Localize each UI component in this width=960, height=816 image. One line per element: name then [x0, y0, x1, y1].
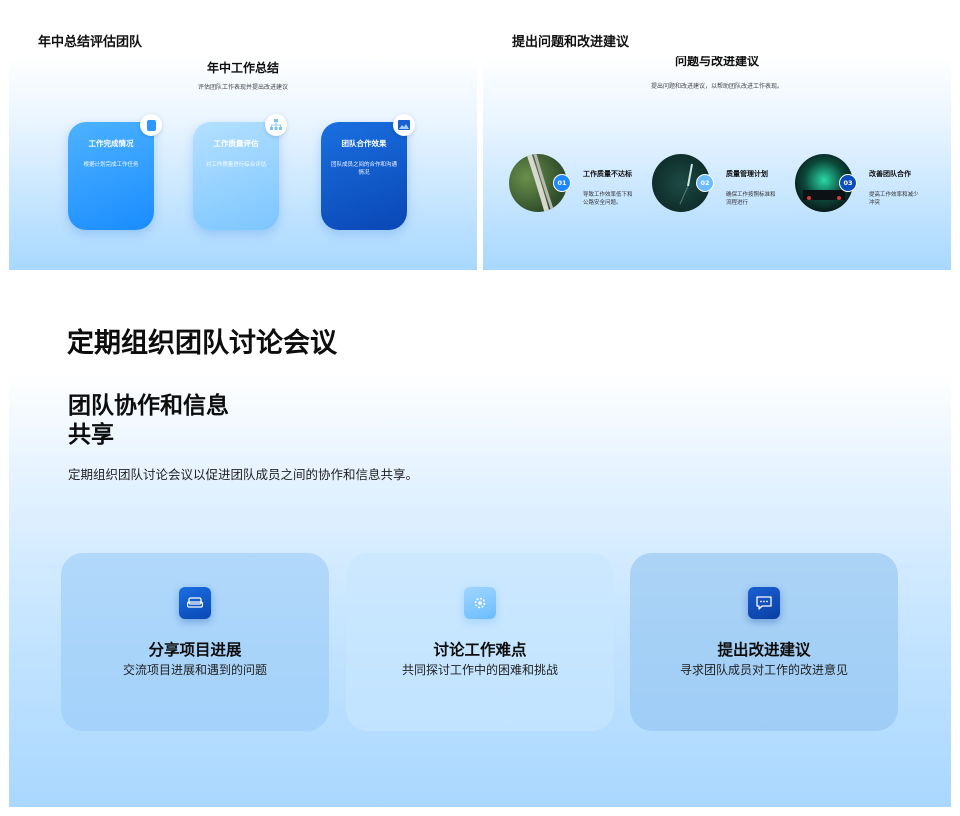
slide2-thumbnail[interactable]: 问题与改进建议 提出问题和改进建议，以帮助团队改进工作表现。 01 工作质量不达… [483, 56, 951, 270]
summary-card-teamwork: 团队合作效果 团队成员之间的合作和沟通情况 [321, 114, 415, 230]
issue-number-badge: 02 [696, 174, 714, 192]
slide3-heading-line1: 团队协作和信息 [68, 393, 229, 419]
meeting-card-title: 提出改进建议 [717, 641, 811, 659]
issue-title: 质量管理计划 [726, 170, 768, 178]
meeting-card-difficulties: 讨论工作难点 共同探讨工作中的困难和挑战 [346, 553, 614, 731]
chat-icon [748, 587, 780, 619]
slide1-title: 年中工作总结 [206, 61, 279, 75]
meeting-card-desc: 交流项目进展和遇到的问题 [122, 663, 267, 677]
summary-card-quality: 工作质量评估 对工作质量进行综合评估 [193, 114, 287, 230]
meeting-card-progress: 分享项目进展 交流项目进展和遇到的问题 [61, 553, 329, 731]
issue-desc: 提高工作效率和减少冲突 [869, 192, 919, 207]
meeting-card-desc: 共同探讨工作中的困难和挑战 [401, 663, 558, 677]
slide1-thumbnail[interactable]: 年中工作总结 评估团队工作表现并提出改进建议 工作完成情况 根据计划完成工作任务… [9, 56, 477, 270]
meeting-card-desc: 寻求团队成员对工作的改进意见 [679, 663, 848, 677]
issue-title: 工作质量不达标 [583, 170, 632, 178]
summary-card-title: 团队合作效果 [341, 139, 387, 148]
slide3-heading-line2: 共享 [68, 421, 114, 448]
summary-card-title: 工作完成情况 [88, 139, 134, 148]
slide2-caption: 提出问题和改进建议 [512, 35, 630, 50]
issue-desc: 确保工作按照标准和流程进行 [726, 192, 776, 207]
slide3-heading: 团队协作和信息 共享 [68, 392, 268, 450]
issue-title: 改善团队合作 [869, 170, 911, 178]
slide2-subtitle: 提出问题和改进建议，以帮助团队改进工作表现。 [650, 83, 783, 90]
sofa-icon [179, 587, 211, 619]
gear-icon [464, 587, 496, 619]
meeting-card-title: 讨论工作难点 [433, 641, 527, 659]
slide3-title: 定期组织团队讨论会议 [67, 328, 337, 359]
summary-card-desc: 对工作质量进行综合评估 [205, 162, 267, 168]
slide1-subtitle: 评估团队工作表现并提出改进建议 [197, 84, 288, 91]
summary-card-completion: 工作完成情况 根据计划完成工作任务 [68, 114, 162, 230]
meeting-card-title: 分享项目进展 [148, 641, 242, 659]
image-icon [393, 114, 415, 136]
slide1-caption: 年中总结评估团队 [38, 35, 143, 50]
summary-card-desc: 根据计划完成工作任务 [83, 162, 139, 168]
summary-card-desc: 团队成员之间的合作和沟通情况 [330, 162, 397, 177]
issue-number-badge: 03 [839, 174, 857, 192]
meeting-card-suggestions: 提出改进建议 寻求团队成员对工作的改进意见 [630, 553, 898, 731]
issue-desc: 导致工作效率低下和公路安全问题。 [583, 192, 633, 207]
issue-number-badge: 01 [553, 174, 571, 192]
slide2-title: 问题与改进建议 [674, 56, 759, 68]
main-slide: 定期组织团队讨论会议 团队协作和信息 共享 定期组织团队讨论会议以促进团队成员之… [9, 277, 951, 807]
slide3-description: 定期组织团队讨论会议以促进团队成员之间的协作和信息共享。 [68, 467, 419, 482]
org-chart-icon [265, 114, 287, 136]
summary-card-title: 工作质量评估 [213, 139, 259, 148]
document-icon [140, 114, 162, 136]
